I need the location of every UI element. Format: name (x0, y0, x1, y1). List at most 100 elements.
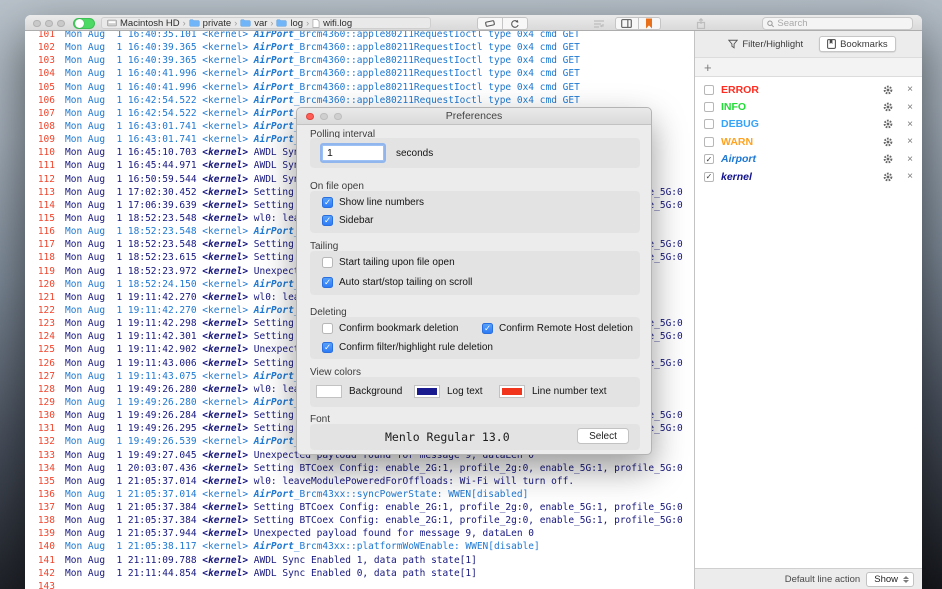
log-viewer-window: Macintosh HD›private›var›log›wifi.log (25, 15, 922, 589)
filter-row: ✓ DEBUG × (695, 116, 922, 133)
default-line-action-select[interactable]: Show (866, 572, 914, 587)
sidebar-tabs: Filter/Highlight Bookmarks (695, 31, 922, 57)
log-line[interactable]: 136Mon Aug 1 21:05:37.014 <kernel> AirPo… (25, 488, 694, 501)
filter-label: DEBUG (721, 118, 876, 130)
log-line[interactable]: 134Mon Aug 1 20:03:07.436 <kernel> Setti… (25, 462, 694, 475)
close-icon[interactable]: × (907, 84, 913, 95)
log-line[interactable]: 103Mon Aug 1 16:40:39.365 <kernel> AirPo… (25, 54, 694, 67)
background-color-well[interactable] (316, 385, 342, 398)
confirm-remote-host-deletion-checkbox[interactable]: ✓ (482, 323, 493, 334)
gear-icon[interactable] (883, 102, 893, 112)
search-input[interactable] (777, 18, 908, 29)
gear-icon[interactable] (883, 137, 893, 147)
toggle-sidebar-button[interactable] (616, 18, 638, 29)
zoom-button[interactable] (57, 20, 65, 28)
log-line[interactable]: 138Mon Aug 1 21:05:37.384 <kernel> Setti… (25, 514, 694, 527)
filter-label: INFO (721, 101, 876, 113)
share-button[interactable] (691, 17, 711, 30)
breadcrumb-label: log (290, 18, 303, 29)
close-icon[interactable]: × (907, 119, 913, 130)
preferences-dialog: Preferences Polling interval seconds On … (296, 107, 652, 455)
gear-icon[interactable] (883, 85, 893, 95)
line-number: 137 (25, 501, 55, 514)
close-icon[interactable]: × (907, 154, 913, 165)
color-well-label: Background (349, 386, 402, 397)
close-button[interactable] (33, 20, 41, 28)
log-line[interactable]: 135Mon Aug 1 21:05:37.014 <kernel> wl0: … (25, 475, 694, 488)
line-number: 129 (25, 396, 55, 409)
log-line[interactable]: 105Mon Aug 1 16:40:41.996 <kernel> AirPo… (25, 81, 694, 94)
gear-icon[interactable] (883, 154, 893, 164)
line-number: 134 (25, 462, 55, 475)
confirm-filter-rule-deletion-checkbox[interactable]: ✓ (322, 342, 333, 353)
breadcrumb-item[interactable]: Macintosh HD (107, 18, 180, 29)
close-icon[interactable]: × (907, 102, 913, 113)
checkbox-label: Confirm filter/highlight rule deletion (339, 342, 493, 353)
tail-toggle[interactable] (73, 18, 95, 29)
log-line[interactable]: 139Mon Aug 1 21:05:37.944 <kernel> Unexp… (25, 527, 694, 540)
reload-button[interactable] (502, 18, 527, 29)
dialog-minimize-button (320, 113, 328, 121)
filter-checkbox[interactable]: ✓ (704, 119, 714, 129)
filter-checkbox[interactable]: ✓ (704, 154, 714, 164)
filter-label: ERROR (721, 84, 876, 96)
line-number: 132 (25, 435, 55, 448)
sidebar-checkbox[interactable]: ✓ (322, 215, 333, 226)
tailing-section: ✓ Start tailing upon file open ✓ Auto st… (310, 251, 640, 295)
breadcrumb-item[interactable]: log (276, 18, 303, 29)
gear-icon[interactable] (883, 119, 893, 129)
log-line[interactable]: 102Mon Aug 1 16:40:39.365 <kernel> AirPo… (25, 41, 694, 54)
on-file-open-section: ✓ Show line numbers ✓ Sidebar (310, 191, 640, 233)
line-number: 117 (25, 238, 55, 251)
line-number: 113 (25, 186, 55, 199)
line-number: 116 (25, 225, 55, 238)
start-tailing-checkbox[interactable]: ✓ (322, 257, 333, 268)
tab-label: Filter/Highlight (742, 39, 803, 50)
filter-checkbox[interactable]: ✓ (704, 137, 714, 147)
breadcrumb-item[interactable]: private (189, 18, 232, 29)
dialog-close-button[interactable] (306, 113, 314, 121)
gear-icon[interactable] (883, 172, 893, 182)
tab-bookmarks[interactable]: Bookmarks (819, 36, 896, 52)
auto-tailing-checkbox[interactable]: ✓ (322, 277, 333, 288)
wrap-lines-button[interactable] (588, 17, 610, 30)
confirm-bookmark-deletion-checkbox[interactable]: ✓ (322, 323, 333, 334)
minimize-button[interactable] (45, 20, 53, 28)
add-filter-row: + (695, 57, 922, 77)
line-text: Mon Aug 1 21:05:37.014 <kernel> AirPort_… (65, 489, 528, 500)
default-line-action-label: Default line action (785, 574, 861, 585)
log-text-color-well[interactable] (414, 385, 440, 398)
log-line[interactable]: 143 (25, 580, 694, 589)
log-line[interactable]: 101Mon Aug 1 16:40:35.101 <kernel> AirPo… (25, 31, 694, 41)
line-number-color-well[interactable] (499, 385, 525, 398)
add-bookmark-button[interactable] (638, 18, 660, 29)
close-icon[interactable]: × (907, 171, 913, 182)
filter-checkbox[interactable]: ✓ (704, 172, 714, 182)
add-filter-button[interactable]: + (704, 61, 712, 74)
search-field[interactable] (762, 17, 913, 30)
eraser-icon (485, 19, 495, 28)
log-line[interactable]: 137Mon Aug 1 21:05:37.384 <kernel> Setti… (25, 501, 694, 514)
clear-log-button[interactable] (478, 18, 502, 29)
line-number: 126 (25, 357, 55, 370)
show-line-numbers-checkbox[interactable]: ✓ (322, 197, 333, 208)
filter-checkbox[interactable]: ✓ (704, 85, 714, 95)
log-line[interactable]: 141Mon Aug 1 21:11:09.788 <kernel> AWDL … (25, 554, 694, 567)
line-number: 103 (25, 54, 55, 67)
breadcrumb[interactable]: Macintosh HD›private›var›log›wifi.log (101, 17, 431, 29)
color-well-label: Log text (447, 386, 483, 397)
line-number: 102 (25, 41, 55, 54)
log-line[interactable]: 104Mon Aug 1 16:40:41.996 <kernel> AirPo… (25, 67, 694, 80)
log-line[interactable]: 140Mon Aug 1 21:05:38.117 <kernel> AirPo… (25, 540, 694, 553)
filter-checkbox[interactable]: ✓ (704, 102, 714, 112)
log-line[interactable]: 106Mon Aug 1 16:42:54.522 <kernel> AirPo… (25, 94, 694, 107)
polling-interval-input[interactable] (322, 145, 384, 161)
tab-filter-highlight[interactable]: Filter/Highlight (721, 36, 810, 52)
line-number: 104 (25, 67, 55, 80)
close-icon[interactable]: × (907, 136, 913, 147)
log-line[interactable]: 142Mon Aug 1 21:11:44.854 <kernel> AWDL … (25, 567, 694, 580)
font-select-button[interactable]: Select (577, 428, 629, 444)
line-number: 131 (25, 422, 55, 435)
breadcrumb-item[interactable]: var (240, 18, 267, 29)
breadcrumb-item[interactable]: wifi.log (312, 18, 352, 29)
